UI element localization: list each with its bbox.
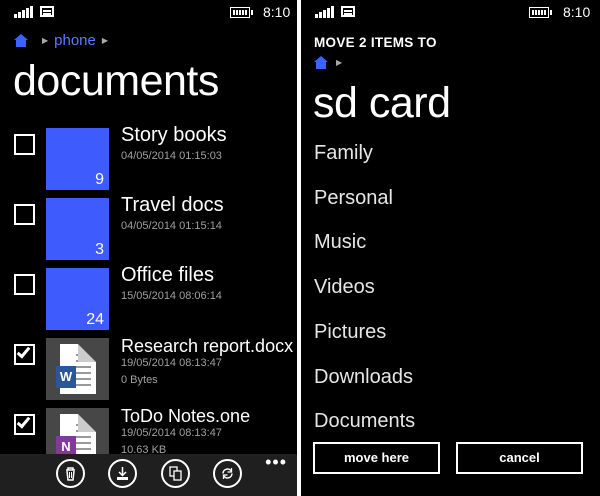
item-name: Research report.docx xyxy=(121,336,294,356)
breadcrumb-phone[interactable]: phone xyxy=(54,32,96,49)
item-count: 24 xyxy=(86,311,104,328)
breadcrumb: ▶ xyxy=(314,54,348,70)
item-count: 9 xyxy=(95,171,104,188)
item-date: 04/05/2014 01:15:03 xyxy=(121,150,222,162)
home-icon[interactable] xyxy=(14,33,28,47)
clock: 8:10 xyxy=(263,4,291,20)
item-date: 15/05/2014 08:06:14 xyxy=(121,290,222,302)
folder-item[interactable]: 9 Story books 04/05/2014 01:15:03 xyxy=(0,124,297,194)
item-date: 19/05/2014 08:13:47 xyxy=(121,357,222,369)
page-title: documents xyxy=(13,57,219,105)
chevron-right-icon: ▶ xyxy=(336,57,343,67)
app-badge-icon: W xyxy=(56,366,76,388)
sync-icon xyxy=(222,468,233,479)
item-count: 3 xyxy=(95,241,104,258)
sync-button[interactable] xyxy=(213,459,242,488)
chevron-right-icon: ▶ xyxy=(101,35,109,45)
message-icon xyxy=(40,6,54,17)
more-options-icon[interactable]: ••• xyxy=(265,453,287,471)
cancel-button[interactable]: cancel xyxy=(456,442,583,474)
folder-item[interactable]: 3 Travel docs 04/05/2014 01:15:14 xyxy=(0,194,297,264)
download-button[interactable] xyxy=(108,459,137,488)
signal-icon xyxy=(14,6,34,18)
documents-screen: 8:10 ▶ phone ▶ documents 9 Story books 04/… xyxy=(0,0,297,496)
item-date: 19/05/2014 08:13:47 xyxy=(121,427,222,439)
item-name: Travel docs xyxy=(121,194,224,216)
folder-tile: 3 xyxy=(46,198,109,260)
folder-family[interactable]: Family xyxy=(314,142,373,165)
page-title: sd card xyxy=(313,79,451,127)
battery-icon xyxy=(230,7,253,18)
folder-documents[interactable]: Documents xyxy=(314,410,415,433)
folder-tile: 24 xyxy=(46,268,109,330)
battery-icon xyxy=(529,7,552,18)
item-size: 0 Bytes xyxy=(121,374,158,386)
folder-pictures[interactable]: Pictures xyxy=(314,321,386,344)
item-checkbox[interactable] xyxy=(14,204,35,225)
item-checkbox[interactable] xyxy=(14,344,35,365)
delete-button[interactable] xyxy=(56,459,85,488)
move-to-screen: 8:10 MOVE 2 ITEMS TO ▶ sd card Family Per… xyxy=(301,0,600,496)
home-icon[interactable] xyxy=(314,55,328,69)
item-name: Story books xyxy=(121,124,227,146)
folder-downloads[interactable]: Downloads xyxy=(314,366,413,389)
file-item[interactable]: W Research report.docx 19/05/2014 08:13:47… xyxy=(0,336,297,404)
copy-button[interactable] xyxy=(161,459,190,488)
delete-icon xyxy=(66,467,75,481)
message-icon xyxy=(341,6,355,17)
item-name: Office files xyxy=(121,264,214,286)
folder-personal[interactable]: Personal xyxy=(314,187,393,210)
folder-tile: 9 xyxy=(46,128,109,190)
item-checkbox[interactable] xyxy=(14,414,35,435)
breadcrumb: ▶ phone ▶ xyxy=(14,30,114,50)
clock: 8:10 xyxy=(563,4,591,20)
status-bar: 8:10 xyxy=(301,0,600,26)
item-name: ToDo Notes.one xyxy=(121,406,251,426)
folder-music[interactable]: Music xyxy=(314,231,366,254)
folder-item[interactable]: 24 Office files 15/05/2014 08:06:14 xyxy=(0,264,297,334)
checkmark-icon xyxy=(16,414,31,429)
item-checkbox[interactable] xyxy=(14,274,35,295)
checkmark-icon xyxy=(16,344,31,359)
status-bar: 8:10 xyxy=(0,0,297,26)
file-thumbnail: W xyxy=(46,338,109,400)
app-bar: ••• xyxy=(0,453,297,496)
item-date: 04/05/2014 01:15:14 xyxy=(121,220,222,232)
chevron-right-icon: ▶ xyxy=(42,35,49,45)
signal-icon xyxy=(315,6,335,18)
folder-videos[interactable]: Videos xyxy=(314,276,375,299)
move-here-button[interactable]: move here xyxy=(313,442,440,474)
download-icon xyxy=(117,467,128,480)
item-checkbox[interactable] xyxy=(14,134,35,155)
move-heading: MOVE 2 ITEMS TO xyxy=(314,35,437,50)
copy-icon xyxy=(169,466,182,481)
